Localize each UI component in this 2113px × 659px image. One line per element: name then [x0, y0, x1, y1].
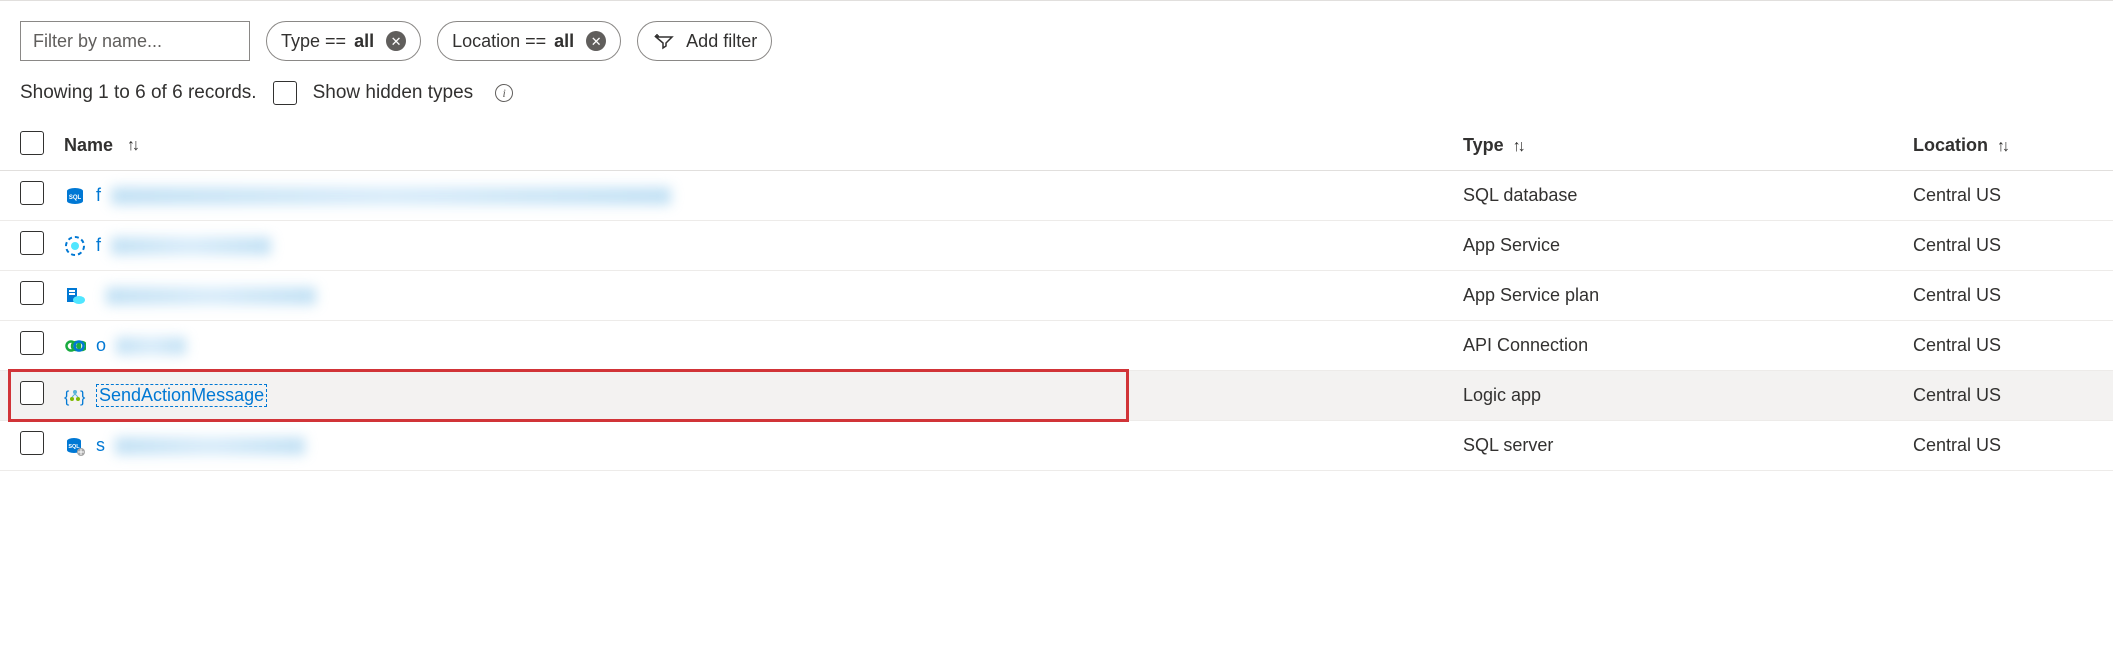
redacted-text — [111, 187, 671, 205]
svg-text:}: } — [80, 389, 86, 406]
resource-location: Central US — [1913, 385, 2093, 406]
resource-type: API Connection — [1463, 335, 1913, 356]
app-service-icon — [64, 235, 86, 257]
show-hidden-label: Show hidden types — [313, 82, 474, 104]
filter-name-input[interactable] — [20, 21, 250, 61]
resource-location: Central US — [1913, 335, 2093, 356]
resource-link[interactable]: s — [96, 435, 105, 456]
resource-type: SQL database — [1463, 185, 1913, 206]
sort-icon: ↑↓ — [1997, 138, 2007, 155]
resource-location: Central US — [1913, 185, 2093, 206]
table-row[interactable]: SQL f SQL databaseCentral US — [0, 171, 2113, 221]
table-header: Name ↑↓ Type ↑↓ Location ↑↓ — [0, 121, 2113, 171]
filter-location-value: all — [554, 31, 574, 52]
redacted-text — [116, 337, 186, 355]
resource-type: App Service — [1463, 235, 1913, 256]
row-checkbox[interactable] — [20, 331, 44, 355]
filter-bar: Type == all ✕ Location == all ✕ Add filt… — [0, 21, 2113, 61]
row-checkbox[interactable] — [20, 181, 44, 205]
col-header-name[interactable]: Name ↑↓ — [60, 135, 1463, 156]
row-checkbox[interactable] — [20, 231, 44, 255]
svg-text:{: { — [64, 389, 70, 406]
app-plan-icon — [64, 285, 86, 307]
resource-link[interactable]: f — [96, 185, 101, 206]
col-header-type[interactable]: Type ↑↓ — [1463, 135, 1913, 156]
resource-link[interactable]: f — [96, 235, 101, 256]
resource-type: Logic app — [1463, 385, 1913, 406]
sql-db-icon: SQL — [64, 185, 86, 207]
filter-type-label: Type == — [281, 31, 346, 52]
info-icon[interactable]: i — [495, 84, 513, 102]
row-checkbox[interactable] — [20, 281, 44, 305]
sort-icon: ↑↓ — [127, 137, 137, 155]
resource-location: Central US — [1913, 235, 2093, 256]
resource-location: Central US — [1913, 435, 2093, 456]
filter-location-label: Location == — [452, 31, 546, 52]
resource-link[interactable]: SendActionMessage — [96, 384, 267, 407]
resource-location: Central US — [1913, 285, 2093, 306]
sort-icon: ↑↓ — [1513, 138, 1523, 155]
table-row[interactable]: f App ServiceCentral US — [0, 221, 2113, 271]
clear-type-icon[interactable]: ✕ — [386, 31, 406, 51]
add-filter-icon — [652, 31, 674, 51]
logic-app-icon: {} — [64, 385, 86, 407]
filter-type-pill[interactable]: Type == all ✕ — [266, 21, 421, 61]
add-filter-button[interactable]: Add filter — [637, 21, 772, 61]
svg-text:SQL: SQL — [69, 195, 82, 201]
show-hidden-checkbox[interactable] — [273, 81, 297, 105]
records-count: Showing 1 to 6 of 6 records. — [20, 82, 257, 104]
api-conn-icon — [64, 335, 86, 357]
resource-type: SQL server — [1463, 435, 1913, 456]
add-filter-label: Add filter — [686, 31, 757, 52]
table-row[interactable]: SQL s SQL serverCentral US — [0, 421, 2113, 471]
resource-link[interactable]: o — [96, 335, 106, 356]
resource-type: App Service plan — [1463, 285, 1913, 306]
redacted-text — [115, 437, 305, 455]
table-row[interactable]: o API ConnectionCentral US — [0, 321, 2113, 371]
resource-table: Name ↑↓ Type ↑↓ Location ↑↓ SQL f SQL data… — [0, 121, 2113, 471]
sql-server-icon: SQL — [64, 435, 86, 457]
redacted-text — [106, 287, 316, 305]
filter-type-value: all — [354, 31, 374, 52]
select-all-checkbox[interactable] — [20, 131, 44, 155]
redacted-text — [111, 237, 271, 255]
filter-location-pill[interactable]: Location == all ✕ — [437, 21, 621, 61]
clear-location-icon[interactable]: ✕ — [586, 31, 606, 51]
table-row[interactable]: App Service planCentral US — [0, 271, 2113, 321]
col-header-location[interactable]: Location ↑↓ — [1913, 135, 2093, 156]
table-row[interactable]: {} SendActionMessage Logic appCentral US — [0, 371, 2113, 421]
row-checkbox[interactable] — [20, 381, 44, 405]
row-checkbox[interactable] — [20, 431, 44, 455]
